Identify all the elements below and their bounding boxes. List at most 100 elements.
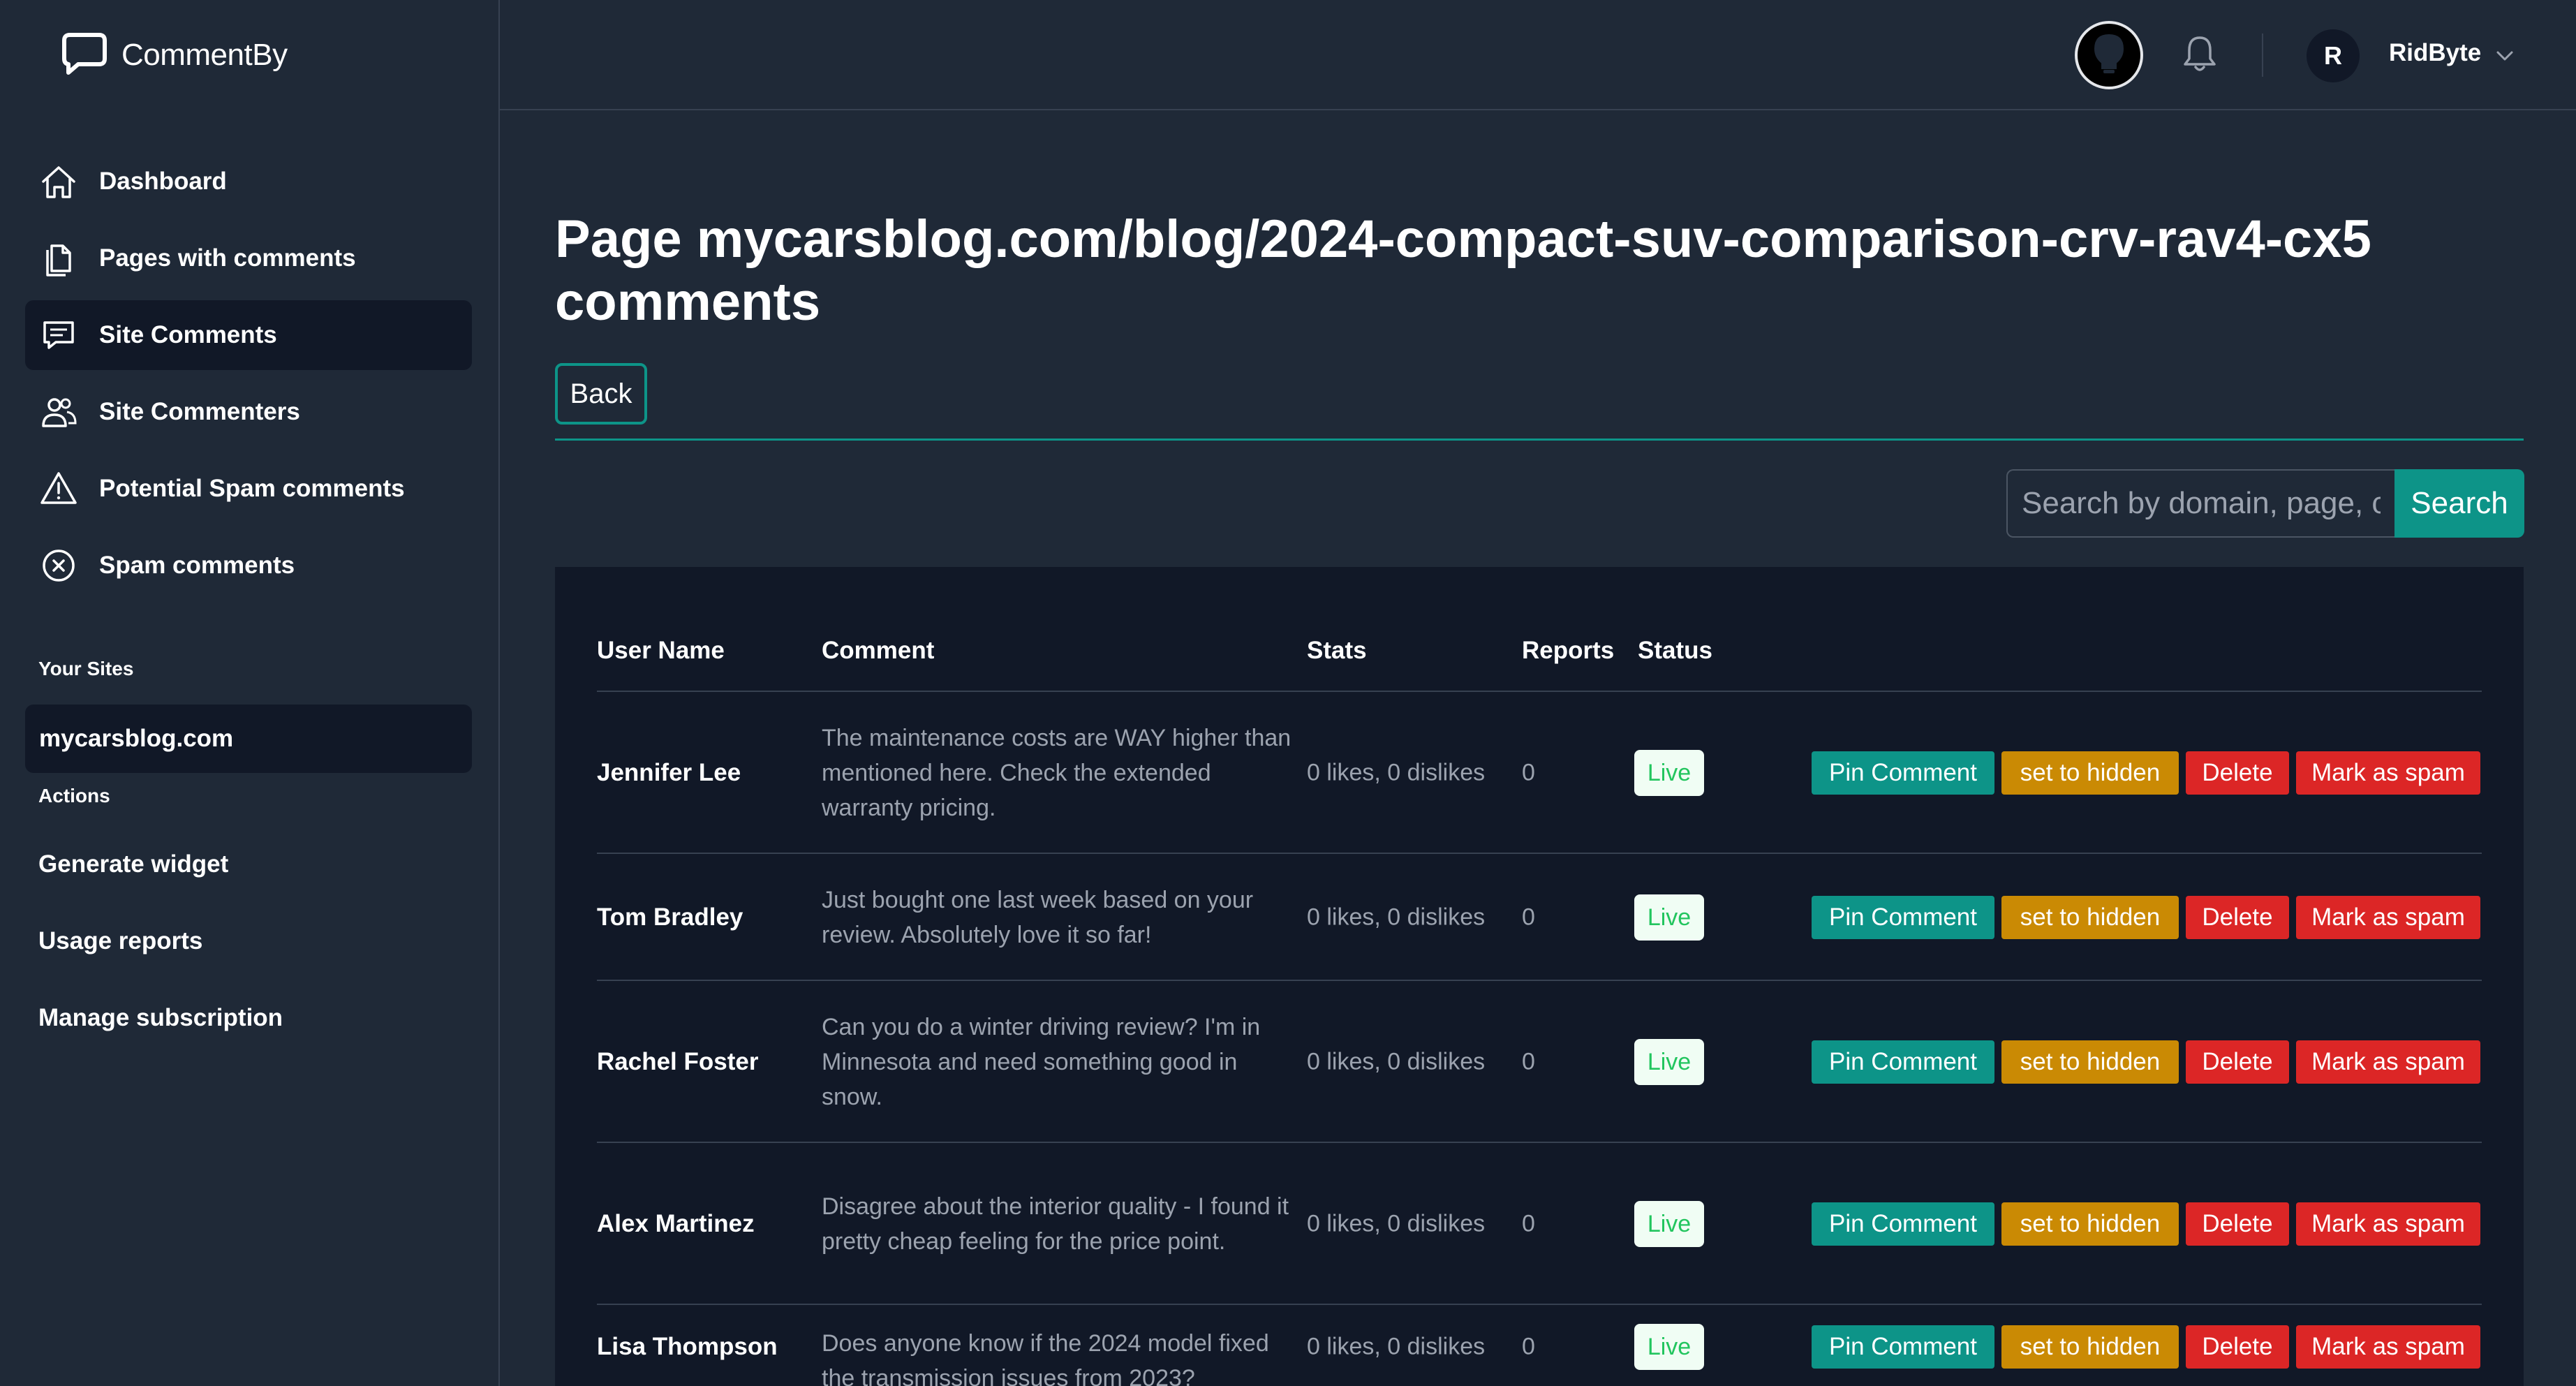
sidebar-item-pages-with-comments[interactable]: Pages with comments <box>25 223 472 293</box>
actions-label: Actions <box>38 785 110 806</box>
pin-comment-button[interactable]: Pin Comment <box>1812 751 1994 795</box>
cell-user-name: Jennifer Lee <box>597 759 741 786</box>
sidebar-item-site-commenters[interactable]: Site Commenters <box>25 377 472 447</box>
cell-comment: Disagree about the interior quality - I … <box>822 1193 1289 1255</box>
column-header-comment: Comment <box>822 637 935 664</box>
row-actions: Pin Comment set to hidden Delete Mark as… <box>1812 1325 2480 1369</box>
table-row: Tom Bradley Just bought one last week ba… <box>597 854 2482 981</box>
sidebar-item-spam-comments[interactable]: Spam comments <box>25 531 472 600</box>
theme-toggle-button[interactable] <box>2075 21 2143 89</box>
sidebar-item-label: Spam comments <box>99 552 295 579</box>
sidebar: CommentBy Dashboard Pages with comments … <box>0 0 500 1386</box>
row-actions: Pin Comment set to hidden Delete Mark as… <box>1812 1040 2480 1084</box>
set-hidden-button[interactable]: set to hidden <box>2001 896 2179 939</box>
cell-comment: Does anyone know if the 2024 model fixed… <box>822 1330 1269 1386</box>
pin-comment-button[interactable]: Pin Comment <box>1812 1202 1994 1246</box>
set-hidden-button[interactable]: set to hidden <box>2001 751 2179 795</box>
sidebar-item-label: Potential Spam comments <box>99 475 405 502</box>
cell-reports: 0 <box>1522 1210 1535 1237</box>
chevron-down-icon[interactable] <box>2492 43 2517 68</box>
status-badge: Live <box>1634 1039 1704 1085</box>
column-header-reports: Reports <box>1522 637 1615 664</box>
cell-stats: 0 likes, 0 dislikes <box>1307 1048 1486 1075</box>
table-row: Lisa Thompson Does anyone know if the 20… <box>597 1305 2482 1386</box>
site-item-mycarsblog[interactable]: mycarsblog.com <box>25 705 472 773</box>
mark-spam-button[interactable]: Mark as spam <box>2296 751 2480 795</box>
delete-button[interactable]: Delete <box>2186 1202 2289 1246</box>
cell-stats: 0 likes, 0 dislikes <box>1307 1210 1486 1237</box>
manage-subscription-link[interactable]: Manage subscription <box>38 1004 283 1032</box>
delete-button[interactable]: Delete <box>2186 1040 2289 1084</box>
status-badge: Live <box>1634 894 1704 941</box>
column-header-stats: Stats <box>1307 637 1367 664</box>
sidebar-item-potential-spam[interactable]: Potential Spam comments <box>25 454 472 524</box>
set-hidden-button[interactable]: set to hidden <box>2001 1202 2179 1246</box>
row-actions: Pin Comment set to hidden Delete Mark as… <box>1812 896 2480 939</box>
mark-spam-button[interactable]: Mark as spam <box>2296 1325 2480 1369</box>
column-header-user-name: User Name <box>597 637 725 664</box>
sidebar-item-dashboard[interactable]: Dashboard <box>25 147 472 216</box>
chat-icon <box>39 316 78 355</box>
table-row: Jennifer Lee The maintenance costs are W… <box>597 692 2482 854</box>
avatar[interactable]: R <box>2307 29 2360 82</box>
sidebar-item-label: Site Commenters <box>99 398 300 425</box>
search-button[interactable]: Search <box>2394 469 2524 538</box>
set-hidden-button[interactable]: set to hidden <box>2001 1325 2179 1369</box>
cell-stats: 0 likes, 0 dislikes <box>1307 904 1486 931</box>
usage-reports-link[interactable]: Usage reports <box>38 927 202 955</box>
app-name: CommentBy <box>121 38 288 72</box>
cell-reports: 0 <box>1522 1048 1535 1075</box>
warning-icon <box>39 469 78 508</box>
bell-icon <box>2181 34 2219 78</box>
cell-user-name: Lisa Thompson <box>597 1333 778 1360</box>
cell-reports: 0 <box>1522 904 1535 931</box>
sidebar-nav: Dashboard Pages with comments Site Comme… <box>25 147 472 607</box>
status-badge: Live <box>1634 1324 1704 1370</box>
header-divider <box>2262 34 2263 77</box>
delete-button[interactable]: Delete <box>2186 751 2289 795</box>
user-menu-name[interactable]: RidByte <box>2389 39 2481 67</box>
mark-spam-button[interactable]: Mark as spam <box>2296 1202 2480 1246</box>
home-icon <box>39 162 78 201</box>
cell-comment: Can you do a winter driving review? I'm … <box>822 1014 1261 1110</box>
cell-comment: Just bought one last week based on your … <box>822 887 1254 948</box>
comments-table: User Name Comment Stats Reports Status J… <box>555 567 2524 1386</box>
status-badge: Live <box>1634 1201 1704 1247</box>
pin-comment-button[interactable]: Pin Comment <box>1812 1040 1994 1084</box>
delete-button[interactable]: Delete <box>2186 896 2289 939</box>
mark-spam-button[interactable]: Mark as spam <box>2296 1040 2480 1084</box>
pin-comment-button[interactable]: Pin Comment <box>1812 896 1994 939</box>
row-actions: Pin Comment set to hidden Delete Mark as… <box>1812 751 2480 795</box>
x-circle-icon <box>39 546 78 585</box>
documents-icon <box>39 239 78 278</box>
cell-stats: 0 likes, 0 dislikes <box>1307 759 1486 786</box>
set-hidden-button[interactable]: set to hidden <box>2001 1040 2179 1084</box>
delete-button[interactable]: Delete <box>2186 1325 2289 1369</box>
app-logo[interactable]: CommentBy <box>60 31 288 80</box>
back-button[interactable]: Back <box>555 363 647 425</box>
status-badge: Live <box>1634 750 1704 796</box>
cell-user-name: Alex Martinez <box>597 1210 755 1237</box>
search-bar: Search <box>2006 469 2524 538</box>
sidebar-item-label: Dashboard <box>99 168 227 195</box>
cell-comment: The maintenance costs are WAY higher tha… <box>822 725 1291 821</box>
column-header-status: Status <box>1638 637 1712 664</box>
row-actions: Pin Comment set to hidden Delete Mark as… <box>1812 1202 2480 1246</box>
users-icon <box>39 392 78 432</box>
lightbulb-icon <box>2088 31 2130 80</box>
title-divider <box>555 438 2524 441</box>
cell-reports: 0 <box>1522 1333 1535 1360</box>
generate-widget-link[interactable]: Generate widget <box>38 850 228 878</box>
notifications-button[interactable] <box>2178 34 2221 77</box>
cell-reports: 0 <box>1522 759 1535 786</box>
table-row: Rachel Foster Can you do a winter drivin… <box>597 981 2482 1143</box>
sidebar-item-label: Pages with comments <box>99 244 356 272</box>
search-input[interactable] <box>2006 469 2394 538</box>
top-header <box>500 0 2576 110</box>
chat-bubble-logo-icon <box>60 31 109 80</box>
cell-user-name: Rachel Foster <box>597 1048 759 1075</box>
cell-user-name: Tom Bradley <box>597 904 743 931</box>
sidebar-item-site-comments[interactable]: Site Comments <box>25 300 472 370</box>
pin-comment-button[interactable]: Pin Comment <box>1812 1325 1994 1369</box>
mark-spam-button[interactable]: Mark as spam <box>2296 896 2480 939</box>
